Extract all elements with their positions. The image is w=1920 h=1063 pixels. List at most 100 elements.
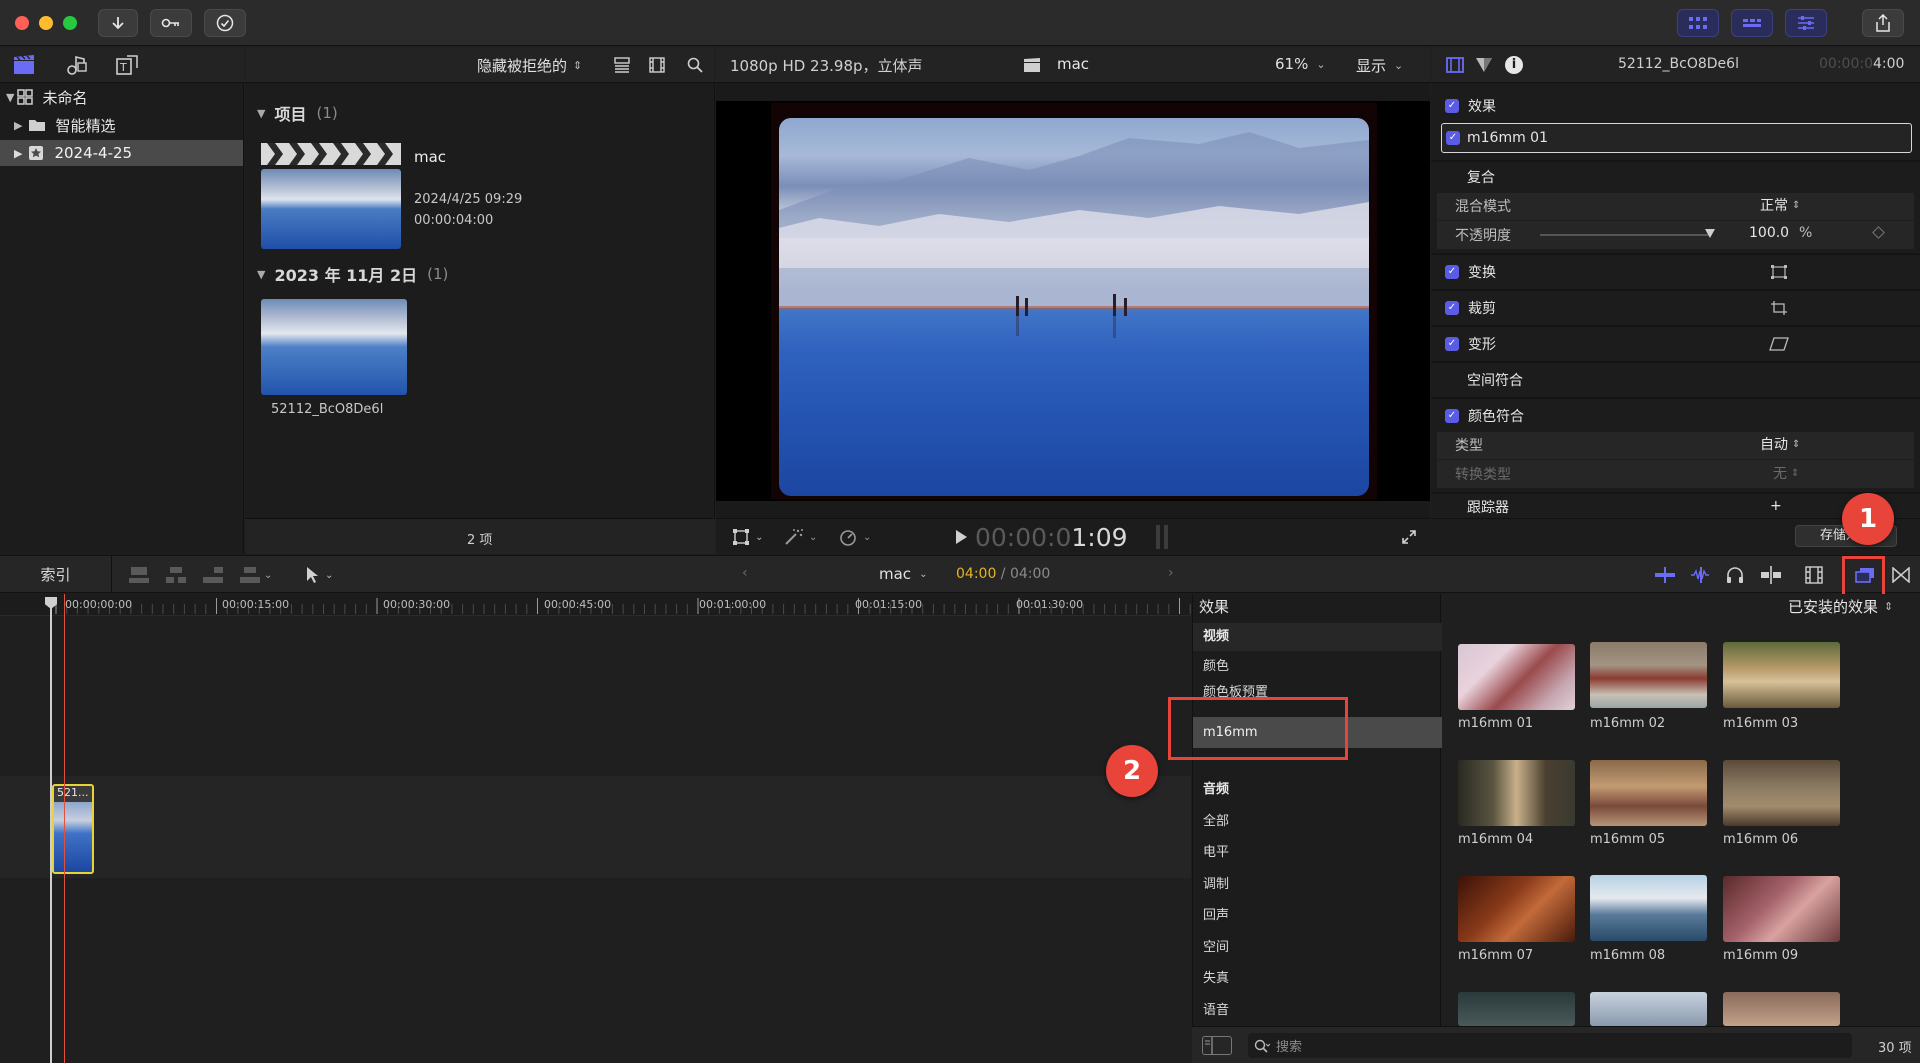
section-header-event-date[interactable]: ▼ 2023 年 11月 2日 (1) [257,262,448,286]
viewer-timecode[interactable]: 00:00:01:09 [975,523,1128,552]
effects-section-header[interactable]: ✓ 效果 [1431,91,1920,121]
transform-tool-popup[interactable]: ⌄ [732,528,763,546]
info-icon[interactable]: i [1505,56,1523,74]
effect-thumbnail[interactable] [1590,875,1707,941]
effect-thumbnail[interactable] [1458,992,1575,1026]
clip-appearance-button[interactable] [613,57,631,77]
category-modulation[interactable]: 调制 [1193,869,1442,900]
spatial-conform-section-header[interactable]: 空间符合 [1431,365,1920,395]
tab-photos-audio[interactable] [64,54,88,80]
crop-onscreen-icon[interactable] [1771,301,1787,315]
distort-checkbox[interactable]: ✓ [1445,337,1459,351]
play-button[interactable] [954,529,968,549]
effect-checkbox[interactable]: ✓ [1446,131,1460,145]
browser-toggle-button[interactable] [1677,9,1719,37]
video-inspector-icon[interactable] [1446,57,1464,73]
composite-section-header[interactable]: 复合 [1431,162,1920,192]
view-options-popup[interactable]: 显示 ⌄ [1356,55,1403,76]
close-window-button[interactable] [15,16,29,30]
project-thumbnail[interactable] [261,143,401,249]
background-tasks-button[interactable] [204,9,246,37]
transform-onscreen-icon[interactable] [1771,265,1787,279]
effect-thumbnail[interactable] [1458,644,1575,710]
append-clip-icon[interactable] [202,566,224,584]
sidebar-item-smart-collections[interactable]: ▶ 智能精选 [0,113,244,137]
timeline-forward-button[interactable]: › [1168,565,1174,581]
effects-search-field[interactable]: 搜索 [1248,1033,1852,1058]
effect-thumbnail[interactable] [1590,760,1707,826]
effects-checkbox[interactable]: ✓ [1445,99,1459,113]
disclosure-triangle-icon[interactable]: ▶ [14,119,22,132]
category-all[interactable]: 全部 [1193,806,1442,837]
crop-checkbox[interactable]: ✓ [1445,301,1459,315]
audio-skimming-icon[interactable] [1690,567,1712,583]
zoom-window-button[interactable] [63,16,77,30]
inspector-toggle-button[interactable] [1785,9,1827,37]
effect-thumbnail[interactable] [1458,760,1575,826]
insert-clip-icon[interactable] [165,566,187,584]
browser-search-button[interactable] [687,57,703,77]
filter-popup[interactable]: 隐藏被拒绝的 ⇕ [477,55,582,76]
color-inspector-icon[interactable] [1475,57,1493,73]
timeline-back-button[interactable]: ‹ [742,565,748,581]
headphones-icon[interactable] [1726,566,1744,584]
primary-storyline[interactable] [0,776,1191,878]
category-audio[interactable]: 音频 [1193,774,1442,805]
minimize-window-button[interactable] [39,16,53,30]
tab-titles-generators[interactable]: T [115,54,139,80]
zoom-popup[interactable]: 61% ⌄ [1275,55,1326,73]
tool-popup[interactable]: ⌄ [305,566,333,584]
snapping-icon[interactable] [1760,566,1782,584]
section-header-projects[interactable]: ▼ 项目 (1) [257,101,338,125]
category-echo[interactable]: 回声 [1193,900,1442,931]
retime-popup[interactable]: ⌄ [838,528,871,546]
library-item[interactable]: ▼ 未命名 [0,85,244,109]
enhance-popup[interactable]: ⌄ [784,528,817,546]
skimming-icon[interactable] [1654,567,1676,583]
effect-thumbnail[interactable] [1590,992,1707,1026]
opacity-slider-track[interactable] [1540,234,1710,236]
import-button[interactable] [98,9,138,37]
installed-effects-popup[interactable]: 已安装的效果 ⇕ [1788,596,1893,617]
tab-libraries[interactable] [12,54,36,80]
timeline-clip[interactable]: 521... [52,784,94,874]
transform-section-header[interactable]: ✓ 变换 [1431,257,1920,287]
keyframe-diamond-icon[interactable] [1872,226,1885,239]
fullscreen-button[interactable] [1401,529,1417,549]
sidebar-item-event[interactable]: ▶ 2024-4-25 [0,140,243,166]
filmstrip-button[interactable] [649,57,665,77]
effect-thumbnail[interactable] [1723,760,1840,826]
distort-section-header[interactable]: ✓ 变形 [1431,329,1920,359]
share-button[interactable] [1862,9,1904,37]
timeline-project-popup[interactable]: mac ⌄ [879,565,927,583]
category-distortion[interactable]: 失真 [1193,963,1442,994]
category-voice[interactable]: 语音 [1193,995,1442,1026]
timeline-toggle-button[interactable] [1731,9,1773,37]
effect-item-selected[interactable]: ✓ m16mm 01 [1441,123,1912,153]
effect-thumbnail[interactable] [1590,642,1707,708]
timeline-index-button[interactable]: 索引 [0,556,112,594]
effect-thumbnail[interactable] [1458,876,1575,942]
clip-appearance-icon[interactable] [1805,566,1823,584]
opacity-value[interactable]: 100.0 [1749,225,1789,241]
type-popup[interactable]: 自动 ⇕ [1760,434,1800,454]
timeline-ruler[interactable]: 00:00:00:00 00:00:15:00 00:00:30:00 00:0… [0,594,1191,616]
effect-thumbnail[interactable] [1723,876,1840,942]
viewer-canvas[interactable] [716,101,1430,501]
effect-thumbnail[interactable] [1723,642,1840,708]
transform-checkbox[interactable]: ✓ [1445,265,1459,279]
category-spaces[interactable]: 空间 [1193,932,1442,963]
opacity-slider-knob[interactable] [1705,229,1715,238]
disclosure-triangle-icon[interactable]: ▼ [257,107,265,120]
disclosure-triangle-icon[interactable]: ▼ [6,91,14,104]
category-color[interactable]: 颜色 [1193,651,1442,682]
blend-mode-popup[interactable]: 正常 ⇕ [1760,195,1800,215]
transitions-browser-icon[interactable] [1892,567,1910,583]
keyword-button[interactable] [150,9,192,37]
add-tracker-button[interactable]: + [1770,498,1782,514]
connect-clip-icon[interactable] [128,566,150,584]
category-levels[interactable]: 电平 [1193,837,1442,868]
disclosure-triangle-icon[interactable]: ▶ [14,147,22,160]
sidebar-toggle-button[interactable] [1202,1036,1232,1055]
timeline-area[interactable]: 00:00:00:00 00:00:15:00 00:00:30:00 00:0… [0,594,1191,1063]
